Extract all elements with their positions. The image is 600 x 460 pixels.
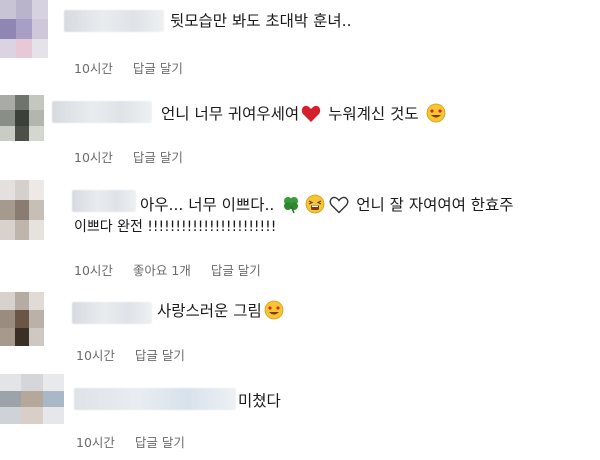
comment-meta: 10시간 답글 달기 <box>76 345 201 364</box>
reply-button[interactable]: 답글 달기 <box>135 435 185 450</box>
blurred-username[interactable] <box>72 302 152 324</box>
comment-meta: 10시간 답글 달기 <box>74 147 199 166</box>
clover-icon <box>284 197 299 214</box>
white-heart-icon <box>329 196 349 214</box>
heart-eyes-emoji-icon <box>426 103 445 123</box>
comment-text: 미쳤다 <box>238 392 281 410</box>
heart-eyes-emoji-icon <box>264 300 284 320</box>
tired-face-emoji-icon <box>305 194 325 214</box>
timestamp: 10시간 <box>74 263 113 278</box>
timestamp: 10시간 <box>74 150 113 165</box>
avatar[interactable] <box>0 180 44 240</box>
comment-text-line: 언니 너무 귀여우세여 누워계신 것도 <box>161 103 448 125</box>
blurred-username[interactable] <box>52 101 152 123</box>
timestamp: 10시간 <box>74 61 113 76</box>
avatar[interactable] <box>0 374 64 424</box>
comment-text-cont: 언니 잘 자여여여 한효주 <box>356 196 514 214</box>
timestamp: 10시간 <box>76 435 115 450</box>
comment-text: 언니 너무 귀여우세여 <box>161 105 300 123</box>
likes-count[interactable]: 좋아요 1개 <box>133 263 191 278</box>
comment-text-line: 사랑스러운 그림 <box>157 300 286 322</box>
comment-text-line: 아우... 너무 이쁘다.. 언니 잘 자여여여 한효주 <box>140 194 514 216</box>
comment-text: 아우... 너무 이쁘다.. <box>140 196 275 214</box>
blurred-username[interactable] <box>64 10 164 32</box>
comment-text-cont: 누워계신 것도 <box>323 105 424 123</box>
blurred-username[interactable] <box>72 190 136 212</box>
comment-text-line2: 이쁘다 완전 !!!!!!!!!!!!!!!!!!!!!!! <box>74 219 277 235</box>
avatar[interactable] <box>0 0 48 58</box>
timestamp: 10시간 <box>76 348 115 363</box>
reply-button[interactable]: 답글 달기 <box>133 150 183 165</box>
avatar[interactable] <box>0 292 44 346</box>
comment-text: 사랑스러운 그림 <box>157 302 262 320</box>
comment-meta: 10시간 답글 달기 <box>74 58 199 77</box>
reply-button[interactable]: 답글 달기 <box>211 263 261 278</box>
blurred-username[interactable] <box>74 388 236 410</box>
red-heart-icon <box>301 105 321 122</box>
reply-button[interactable]: 답글 달기 <box>133 61 183 76</box>
avatar[interactable] <box>0 95 44 141</box>
comment-meta: 10시간 답글 달기 <box>76 432 201 451</box>
comment-text: 뒷모습만 봐도 초대박 훈녀.. <box>170 12 352 30</box>
reply-button[interactable]: 답글 달기 <box>135 348 185 363</box>
comment-meta: 10시간 좋아요 1개 답글 달기 <box>74 260 277 279</box>
